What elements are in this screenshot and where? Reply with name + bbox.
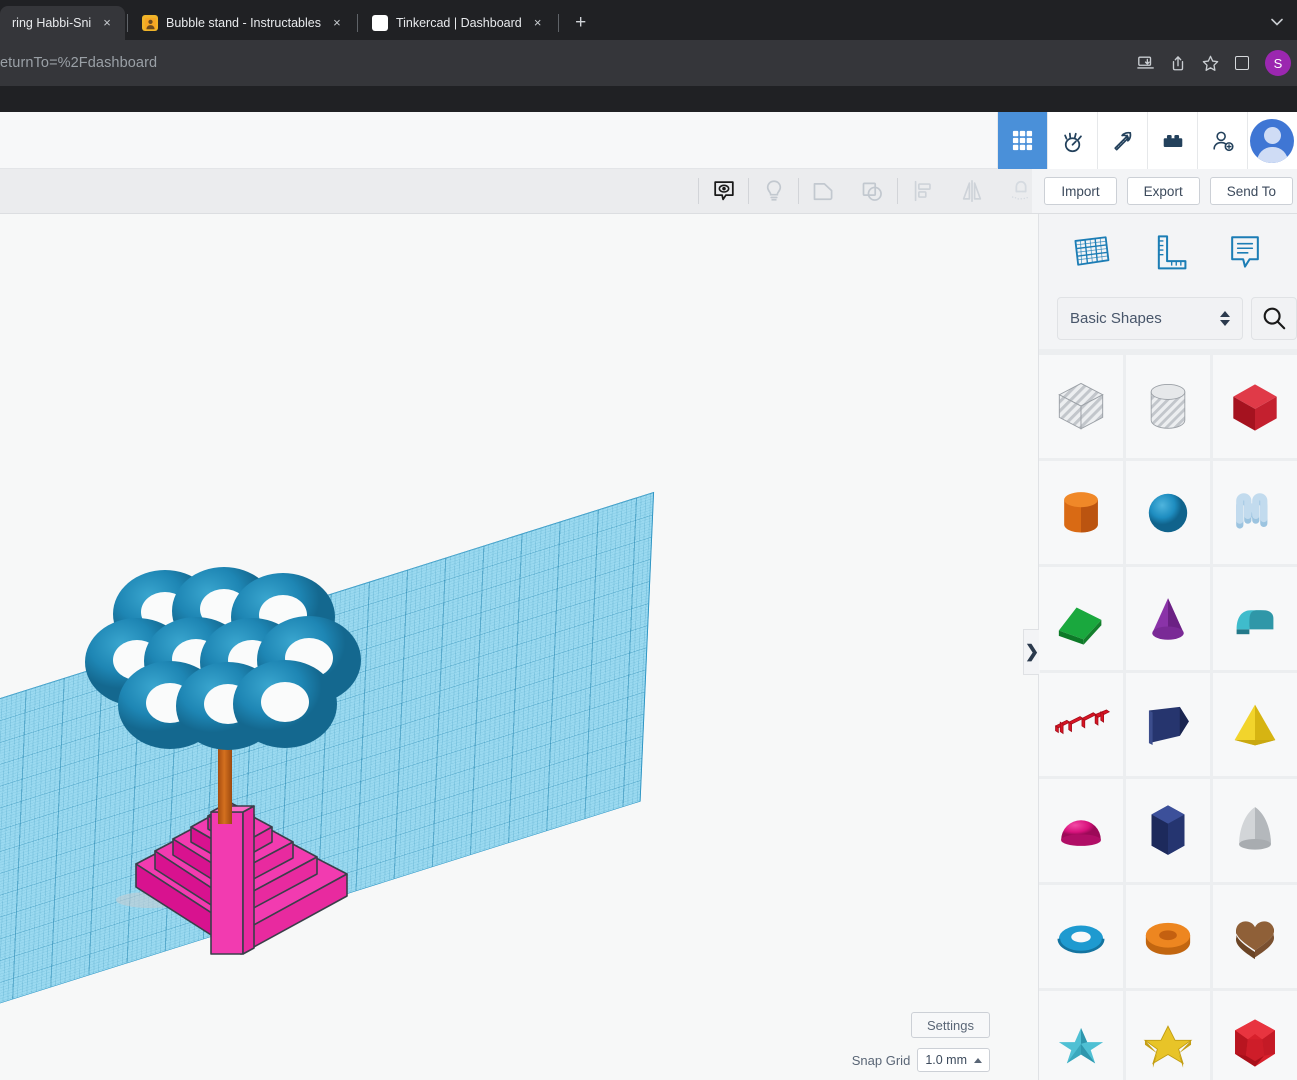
shape-category-select[interactable]: Basic Shapes [1057, 296, 1244, 340]
tab-search-chevron-icon[interactable] [1265, 10, 1289, 34]
shape-star3d[interactable] [1039, 991, 1123, 1080]
snap-grid-control: Snap Grid 1.0 mm [852, 1048, 990, 1072]
browser-omnibar: eturnTo=%2Fdashboard S [0, 40, 1297, 86]
shape-paraboloid[interactable] [1213, 779, 1297, 882]
shape-roof[interactable] [1039, 567, 1123, 670]
align-tool[interactable] [898, 169, 947, 213]
browser-tab-2[interactable]: Tinkercad | Dashboard × [360, 6, 556, 40]
tab-title: Tinkercad | Dashboard [395, 16, 522, 30]
send-to-button[interactable]: Send To [1209, 177, 1293, 205]
settings-button[interactable]: Settings [911, 1012, 990, 1038]
note-icon[interactable] [1206, 221, 1283, 281]
profile-avatar[interactable]: S [1265, 50, 1291, 76]
chevron-updown-icon [1220, 310, 1231, 326]
ungroup-tool[interactable] [848, 169, 897, 213]
shape-category-value: Basic Shapes [1070, 309, 1162, 327]
export-button[interactable]: Export [1126, 177, 1200, 205]
group-tool[interactable] [799, 169, 848, 213]
shape-box[interactable] [1213, 355, 1297, 458]
nav-bricks[interactable] [1147, 112, 1197, 169]
shape-torus[interactable] [1039, 885, 1123, 988]
new-tab-button[interactable]: + [567, 9, 595, 37]
workplane-wrapper: Workplane [0, 491, 655, 1080]
tinkercad-header [0, 112, 1297, 169]
snap-grid-select[interactable]: 1.0 mm [917, 1048, 990, 1072]
nav-invite[interactable] [1197, 112, 1247, 169]
shape-sphere[interactable] [1126, 461, 1210, 564]
shape-dodecahedron[interactable] [1213, 991, 1297, 1080]
shape-pyramid[interactable] [1213, 673, 1297, 776]
shape-extrusion[interactable] [1126, 673, 1210, 776]
tab-title: ring Habbi-Snick [12, 16, 91, 30]
shape-scribble[interactable] [1213, 461, 1297, 564]
shape-cylinder-hole[interactable] [1126, 355, 1210, 458]
shape-box-hole[interactable] [1039, 355, 1123, 458]
browser-tab-bar: ring Habbi-Snick × Bubble stand - Instru… [0, 0, 1297, 40]
shape-text[interactable] [1039, 673, 1123, 776]
workplane-icon[interactable] [1053, 221, 1130, 281]
shape-grid [1039, 349, 1297, 1080]
nav-codeblocks[interactable] [1047, 112, 1097, 169]
shape-heart[interactable] [1213, 885, 1297, 988]
panel-collapse-button[interactable]: ❯ [1023, 629, 1040, 675]
shape-cylinder[interactable] [1039, 461, 1123, 564]
toolbar-actions: Import Export Send To [1032, 169, 1297, 213]
tab-close-icon[interactable]: × [99, 15, 115, 31]
ruler-icon[interactable] [1130, 221, 1207, 281]
browser-chrome-filler [0, 86, 1297, 112]
bookmark-star-icon[interactable] [1195, 48, 1225, 78]
tab-close-icon[interactable]: × [329, 15, 345, 31]
shape-tube[interactable] [1126, 885, 1210, 988]
design-canvas[interactable]: Workplane [0, 214, 1038, 1080]
tab-close-icon[interactable]: × [530, 15, 546, 31]
panel-header-icons [1039, 214, 1297, 287]
note-tool[interactable] [699, 169, 748, 213]
user-avatar[interactable] [1247, 112, 1297, 169]
browser-tab-0[interactable]: ring Habbi-Snick × [0, 6, 125, 40]
panel-search-row: Basic Shapes [1039, 287, 1297, 349]
workplane-grid[interactable] [0, 491, 655, 1080]
tinkercad-favicon [371, 15, 388, 31]
browser-tab-1[interactable]: Bubble stand - Instructables × [130, 6, 355, 40]
shape-polygon[interactable] [1126, 779, 1210, 882]
caret-up-icon [974, 1057, 982, 1063]
mirror-tool[interactable] [947, 169, 996, 213]
nav-designs[interactable] [997, 112, 1047, 169]
import-button[interactable]: Import [1044, 177, 1117, 205]
share-icon[interactable] [1163, 48, 1193, 78]
address-bar[interactable]: eturnTo=%2Fdashboard [0, 40, 157, 86]
install-icon[interactable] [1131, 48, 1161, 78]
tab-title: Bubble stand - Instructables [166, 16, 321, 30]
shape-cone[interactable] [1126, 567, 1210, 670]
shape-halfcylinder[interactable] [1213, 567, 1297, 670]
tab-divider [557, 14, 559, 32]
snap-grid-label: Snap Grid [851, 1052, 911, 1068]
light-tool[interactable] [749, 169, 798, 213]
shape-halfsphere[interactable] [1039, 779, 1123, 882]
tinkercad-top-nav [997, 112, 1297, 169]
nav-minecraft[interactable] [1097, 112, 1147, 169]
tab-divider [356, 14, 358, 32]
omnibar-actions: S [1131, 40, 1291, 86]
shape-search-button[interactable] [1251, 296, 1297, 340]
side-panel-icon[interactable] [1227, 48, 1257, 78]
instructables-favicon [142, 15, 158, 31]
shape-star[interactable] [1126, 991, 1210, 1080]
editor-toolbar: Import Export Send To [0, 169, 1297, 214]
tab-divider [127, 14, 128, 32]
snap-grid-value: 1.0 mm [925, 1053, 967, 1067]
shapes-panel: ❯ Basic Shapes [1023, 214, 1297, 1080]
